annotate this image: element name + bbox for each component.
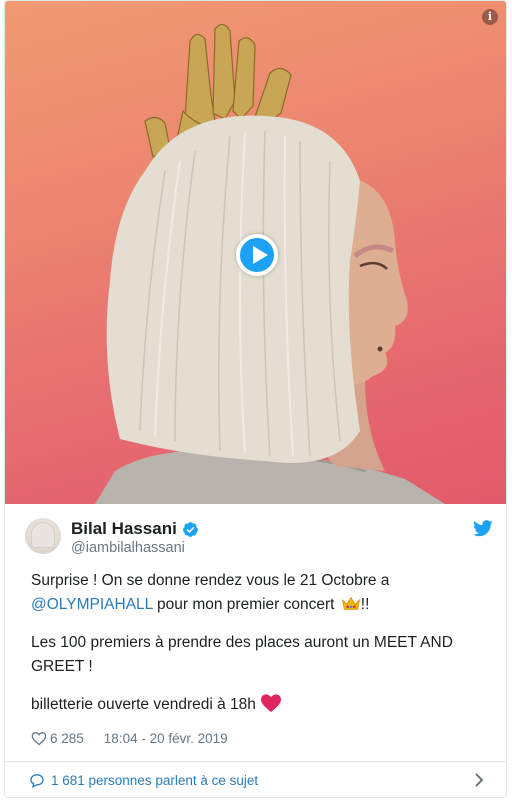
crown-emoji-icon (341, 596, 360, 610)
tweet-author-header: Bilal Hassani @iambilalhassani (25, 516, 495, 560)
tweet-paragraph-2: Les 100 premiers à prendre des places au… (31, 634, 453, 675)
timestamp[interactable]: 18:04 - 20 févr. 2019 (104, 731, 228, 746)
tweet-text-line: pour mon premier concert (152, 596, 339, 613)
verified-badge-icon (182, 521, 198, 537)
tweet-text-line: Surprise ! On se donne rendez vous le 21… (31, 572, 390, 589)
tweet-text-line: !! (360, 596, 370, 613)
tweet-text-line: billetterie ouverte vendredi à 18h (31, 696, 256, 713)
tweet-text: Surprise ! On se donne rendez vous le 21… (31, 569, 493, 731)
like-count[interactable]: 6 285 (50, 731, 84, 746)
tweet-meta: 6 285 18:04 - 20 févr. 2019 (31, 731, 228, 746)
avatar[interactable] (25, 518, 61, 554)
play-button[interactable] (236, 234, 278, 276)
video-thumbnail[interactable]: i (5, 1, 506, 504)
tweet-paragraph-1: Surprise ! On se donne rendez vous le 21… (31, 569, 493, 617)
like-heart-icon[interactable] (31, 731, 47, 746)
twitter-bird-icon[interactable] (473, 520, 493, 537)
conversation-link[interactable]: 1 681 personnes parlent à ce sujet (5, 761, 506, 797)
info-icon[interactable]: i (482, 9, 498, 25)
conversation-count-text: 1 681 personnes parlent à ce sujet (51, 772, 259, 788)
embedded-tweet-card: i Bilal Hassani @iambilalhassani Surpris… (4, 0, 507, 798)
author-handle[interactable]: @iambilalhassani (71, 540, 185, 556)
play-icon (253, 246, 268, 264)
tweet-paragraph-3: billetterie ouverte vendredi à 18h (31, 693, 493, 717)
mention-link[interactable]: @OLYMPIAHALL (31, 596, 153, 613)
red-heart-emoji-icon (260, 694, 281, 713)
author-name[interactable]: Bilal Hassani (71, 519, 177, 539)
chevron-right-icon (475, 773, 484, 787)
reply-bubble-icon (30, 773, 44, 788)
